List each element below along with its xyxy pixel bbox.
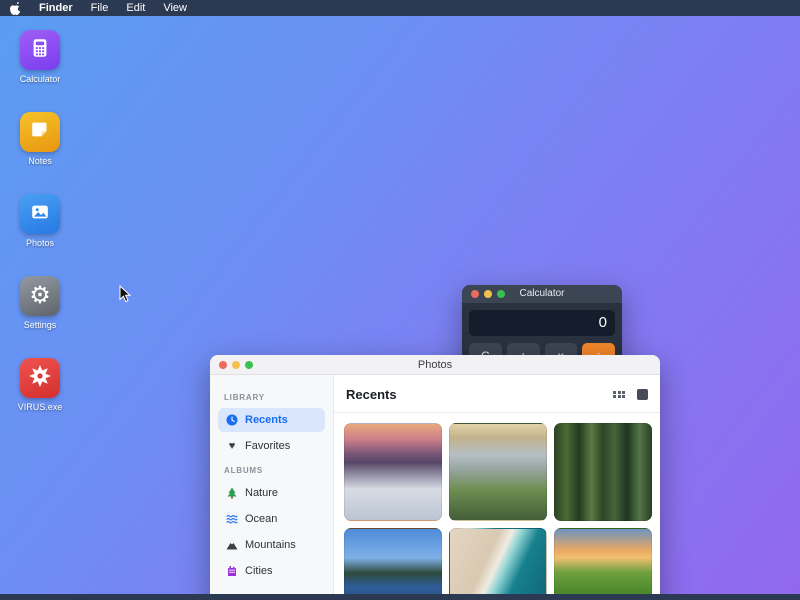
sidebar-item-label: Mountains [245,539,296,551]
notes-icon [29,119,51,146]
content-heading: Recents [346,387,397,402]
desktop-icon-settings[interactable]: ⚙ Settings [16,276,64,330]
building-icon [226,565,238,577]
window-controls [219,361,253,369]
zoom-button[interactable] [245,361,253,369]
photos-icon [29,201,51,228]
sidebar-item-nature[interactable]: Nature [218,481,325,505]
sidebar-section-library: LIBRARY [224,393,325,402]
content-header: Recents [334,375,660,413]
sidebar-item-recents[interactable]: Recents [218,408,325,432]
sidebar-item-label: Recents [245,414,288,426]
view-toggles [613,389,648,400]
photo-thumbnail-beach-wave-aerial[interactable] [449,528,547,600]
photo-thumbnail-foggy-green-valley[interactable] [449,423,547,521]
zoom-button[interactable] [497,290,505,298]
gear-icon: ⚙ [29,284,51,308]
calculator-icon [29,37,51,64]
photos-window: Photos LIBRARY Recents ♥ Favorites ALBUM… [210,355,660,600]
virus-gear-icon [28,364,52,393]
minimize-button[interactable] [484,290,492,298]
mouse-cursor [119,285,132,308]
sidebar-item-mountains[interactable]: Mountains [218,533,325,557]
photos-sidebar: LIBRARY Recents ♥ Favorites ALBUMS [210,375,334,600]
single-view-icon[interactable] [637,389,648,400]
icon-label: Settings [24,320,57,330]
desktop-icon-notes[interactable]: Notes [16,112,64,166]
close-button[interactable] [219,361,227,369]
icon-label: Notes [28,156,52,166]
photos-content: Recents [334,375,660,600]
desktop-icon-virus-exe[interactable]: VIRUS.exe [16,358,64,412]
close-button[interactable] [471,290,479,298]
desktop-icon-column: Calculator Notes Photos ⚙ Settings [16,30,64,440]
window-title: Photos [210,355,660,375]
sidebar-item-label: Nature [245,487,278,499]
photo-thumbnail-mountain-sunset-clouds[interactable] [344,423,442,521]
photo-grid [334,413,660,600]
icon-label: VIRUS.exe [18,402,63,412]
photo-thumbnail-lake-dock-evening[interactable] [344,528,442,600]
calculator-display: 0 [469,310,615,336]
apple-menu-icon[interactable] [10,2,21,14]
sidebar-item-label: Cities [245,565,273,577]
grid-view-icon[interactable] [613,391,625,399]
photo-thumbnail-green-glen-sunset[interactable] [554,528,652,600]
icon-label: Photos [26,238,54,248]
sidebar-item-ocean[interactable]: Ocean [218,507,325,531]
window-controls [471,290,505,298]
tree-icon [226,487,238,499]
menu-item-finder[interactable]: Finder [39,0,73,16]
sidebar-section-albums: ALBUMS [224,466,325,475]
desktop-icon-photos[interactable]: Photos [16,194,64,248]
menu-item-view[interactable]: View [163,0,187,16]
calculator-titlebar[interactable]: Calculator [462,285,622,303]
waves-icon [226,513,238,525]
icon-label: Calculator [20,74,61,84]
minimize-button[interactable] [232,361,240,369]
sidebar-item-label: Favorites [245,440,290,452]
menu-bar: Finder File Edit View [0,0,800,16]
menu-item-file[interactable]: File [91,0,109,16]
mountain-icon [226,539,238,551]
heart-icon: ♥ [226,440,238,452]
sidebar-item-cities[interactable]: Cities [218,559,325,583]
desktop-background: Finder File Edit View Calculator Notes [0,0,800,600]
sidebar-item-favorites[interactable]: ♥ Favorites [218,434,325,458]
taskbar-edge [0,594,800,600]
photos-titlebar[interactable]: Photos [210,355,660,375]
clock-icon [226,414,238,426]
desktop-icon-calculator[interactable]: Calculator [16,30,64,84]
photo-thumbnail-sunlit-forest-path[interactable] [554,423,652,521]
menu-item-edit[interactable]: Edit [126,0,145,16]
sidebar-item-label: Ocean [245,513,277,525]
